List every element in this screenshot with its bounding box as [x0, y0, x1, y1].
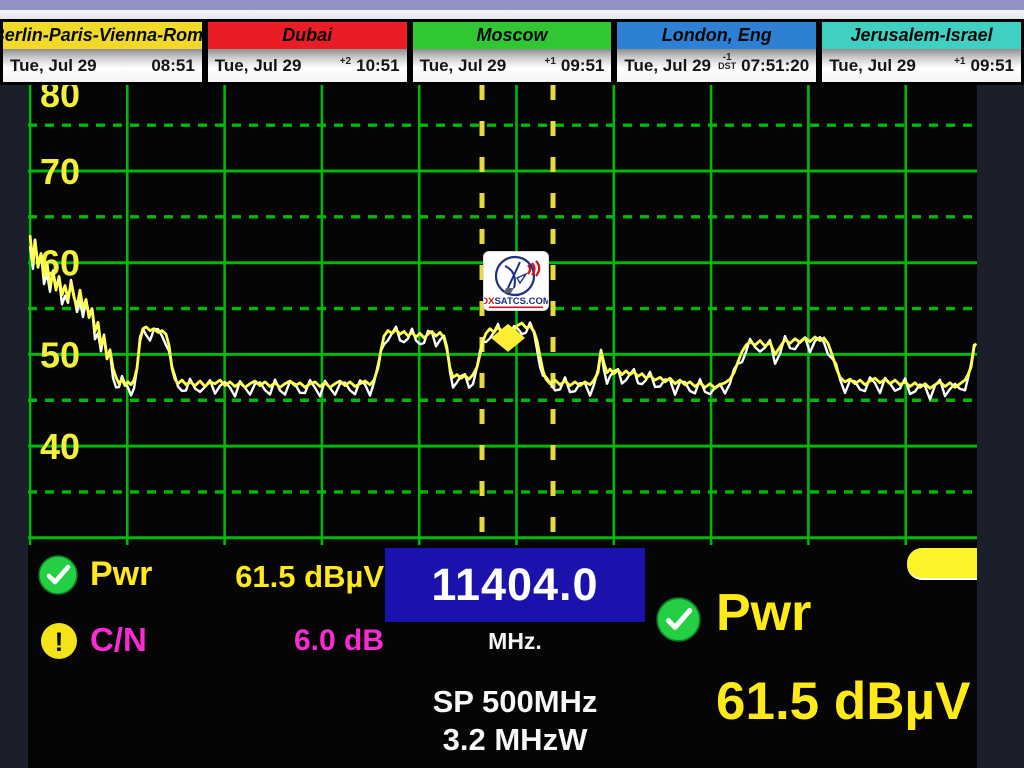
clock-city-label: Moscow [413, 22, 612, 49]
clock-date: Tue, Jul 29 [215, 56, 302, 76]
clock-date: Tue, Jul 29 [829, 56, 916, 76]
cn-value: 6.0 dB [178, 624, 384, 658]
clock-time-value: 10:51 [356, 56, 399, 76]
pwr-big-ok-check-icon [656, 597, 701, 647]
yellow-indicator-pill[interactable] [907, 548, 977, 580]
spectrum-svg: 8070605040 [28, 85, 977, 545]
world-clock-bar: Berlin-Paris-Vienna-Roma Tue, Jul 29 08:… [0, 19, 1024, 85]
pwr-label: Pwr [90, 555, 152, 594]
clock-date: Tue, Jul 29 [10, 56, 97, 76]
clock-city-label: Jerusalem-Israel [822, 22, 1021, 49]
clock-utc-offset: +1 [545, 57, 561, 74]
clock-time-row: Tue, Jul 29 +1 09:51 [822, 49, 1021, 82]
pwr-big-label: Pwr [716, 583, 811, 643]
span-label: SP 500MHz [380, 684, 650, 720]
clock-time-row: Tue, Jul 29 08:51 [3, 49, 202, 82]
clock-time-row: Tue, Jul 29 -1 DST 07:51:20 [617, 49, 816, 82]
spectrum-plot: 8070605040 DXSATCS.COM [28, 85, 977, 545]
clock-utc-offset: +2 [340, 57, 356, 74]
analyzer-main-area: 8070605040 DXSATCS.COM [28, 85, 977, 768]
pwr-big-value: 61.5 dBµV [716, 671, 970, 732]
frequency-display[interactable]: 11404.0 [385, 548, 645, 622]
frequency-unit-label: MHz. [385, 628, 645, 655]
clock-panel-moscow: Moscow Tue, Jul 29 +1 09:51 [410, 19, 615, 85]
svg-text:80: 80 [40, 85, 80, 115]
clock-date: Tue, Jul 29 [624, 56, 711, 76]
clock-time-value: 07:51:20 [741, 56, 809, 76]
svg-text:DXSATCS.COM: DXSATCS.COM [484, 296, 548, 307]
cn-warning-icon: ! [40, 622, 78, 665]
clock-time-value: 08:51 [151, 56, 194, 76]
svg-text:40: 40 [40, 426, 80, 467]
logo-text-satcs: SATCS.COM [494, 296, 548, 307]
pwr-ok-check-icon [38, 555, 78, 600]
logo-text-dx: DX [484, 296, 495, 307]
clock-date: Tue, Jul 29 [420, 56, 507, 76]
clock-time-row: Tue, Jul 29 +1 09:51 [413, 49, 612, 82]
clock-panel-dubai: Dubai Tue, Jul 29 +2 10:51 [205, 19, 410, 85]
readout-panel: Pwr 61.5 dBµV ! C/N 6.0 dB 11404.0 MHz. … [28, 545, 977, 768]
pwr-value: 61.5 dBµV [178, 559, 384, 595]
bandwidth-label: 3.2 MHzW [380, 722, 650, 758]
clock-panel-jerusalem: Jerusalem-Israel Tue, Jul 29 +1 09:51 [819, 19, 1024, 85]
clock-time-value: 09:51 [971, 56, 1014, 76]
satellite-dish-icon: DXSATCS.COM [484, 252, 548, 310]
cn-label: C/N [90, 621, 147, 659]
dxsatcs-logo: DXSATCS.COM [484, 252, 548, 310]
clock-utc-offset: +1 [954, 57, 970, 74]
clock-city-label: Berlin-Paris-Vienna-Roma [3, 22, 202, 49]
clockbar-top-strip [0, 10, 1024, 19]
clock-panel-london: London, Eng Tue, Jul 29 -1 DST 07:51:20 [614, 19, 819, 85]
clock-panel-berlin: Berlin-Paris-Vienna-Roma Tue, Jul 29 08:… [0, 19, 205, 85]
analyzer-screen: Berlin-Paris-Vienna-Roma Tue, Jul 29 08:… [0, 0, 1024, 768]
svg-text:!: ! [55, 627, 64, 657]
clock-time-value: 09:51 [561, 56, 604, 76]
svg-text:70: 70 [40, 151, 80, 192]
top-window-strip [0, 0, 1024, 10]
clock-city-label: London, Eng [617, 22, 816, 49]
clock-utc-offset-dst: -1 DST [718, 53, 741, 79]
clock-time-row: Tue, Jul 29 +2 10:51 [208, 49, 407, 82]
clock-city-label: Dubai [208, 22, 407, 49]
svg-text:50: 50 [40, 334, 80, 375]
